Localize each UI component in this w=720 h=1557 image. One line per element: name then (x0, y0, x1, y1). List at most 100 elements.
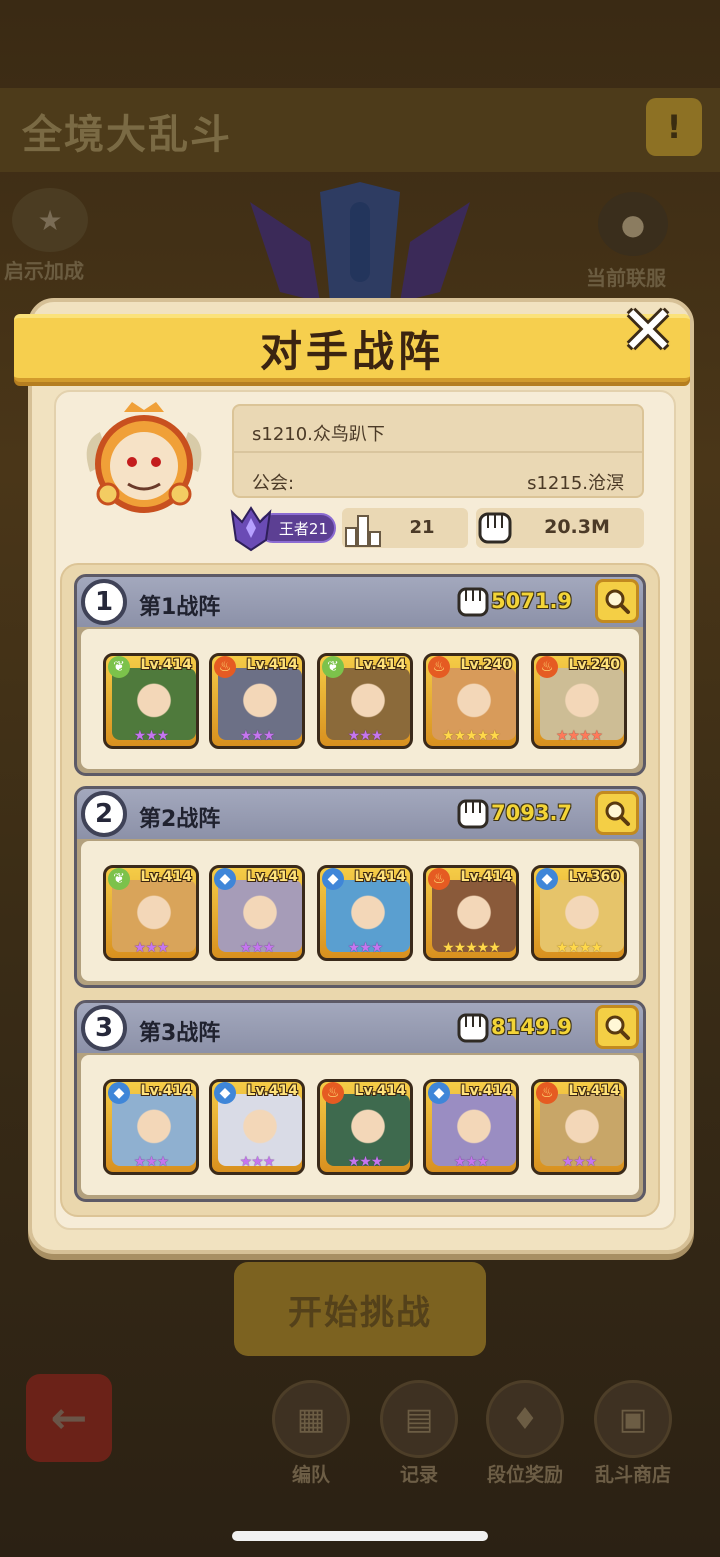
hero-stars: ★★★★★ (442, 728, 501, 744)
lineup-card: 2 第2战阵 7093.7 ❦ Lv.414 ★★★ ◆ Lv.414 ★★★ ◆ Lv.414 ★★… (74, 786, 646, 988)
player-avatar[interactable] (80, 402, 208, 522)
nav-record-label: 记录 (399, 1464, 438, 1486)
guild-name: s1215.沧溟 (527, 473, 624, 494)
magnifier-icon[interactable] (595, 791, 639, 835)
hero-card[interactable]: ❦ Lv.414 ★★★ (103, 653, 199, 749)
fist-power-icon (478, 512, 512, 544)
mode-title: 全境大乱斗 (22, 112, 232, 158)
water-element-icon: ◆ (214, 1082, 236, 1104)
hero-level: Lv.414 (140, 1083, 192, 1099)
hero-stars: ★★★★ (555, 940, 603, 956)
hero-card[interactable]: ♨ Lv.414 ★★★★★ (423, 865, 519, 961)
hero-stars: ★★★ (133, 940, 170, 956)
hero-card[interactable]: ◆ Lv.414 ★★★ (209, 1079, 305, 1175)
server-group-label: 当前联服 (586, 266, 666, 290)
dialog-title-banner: 对手战阵 (14, 314, 690, 382)
hero-stars: ★★★ (453, 1154, 490, 1170)
hero-stars: ★★★ (239, 728, 276, 744)
hero-card[interactable]: ♨ Lv.240 ★★★★ (531, 653, 627, 749)
fire-element-icon: ♨ (428, 656, 450, 678)
hero-stars: ★★★ (133, 728, 170, 744)
magnifier-icon[interactable] (595, 579, 639, 623)
lineup-power-value: 8149.9 (491, 1015, 573, 1039)
formation-icon: ▦ (272, 1380, 350, 1458)
hero-card[interactable]: ◆ Lv.360 ★★★★ (531, 865, 627, 961)
lineup-header: 3 第3战阵 8149.9 (77, 1003, 643, 1053)
podium-icon (345, 515, 381, 547)
lineup-card: 1 第1战阵 5071.9 ❦ Lv.414 ★★★ ♨ Lv.414 ★★★ ❦ Lv.414 ★★… (74, 574, 646, 776)
nav-shop[interactable]: ▣ 乱斗商店 (588, 1380, 678, 1487)
fire-element-icon: ♨ (536, 656, 558, 678)
hero-level: Lv.414 (354, 869, 406, 885)
nav-formation-label: 编队 (291, 1464, 330, 1486)
lineup-title: 第1战阵 (139, 595, 221, 620)
back-arrow-icon[interactable]: ← (26, 1374, 112, 1462)
hero-card[interactable]: ❦ Lv.414 ★★★ (103, 865, 199, 961)
total-power-value: 20.3M (544, 516, 610, 538)
divider (234, 451, 642, 453)
hero-level: Lv.414 (354, 657, 406, 673)
hero-level: Lv.414 (246, 1083, 298, 1099)
revelation-bonus-label: 启示加成 (4, 259, 84, 283)
ladder-rank-value: 21 (409, 517, 435, 538)
info-button[interactable]: ! (646, 98, 702, 156)
magnifier-icon[interactable] (595, 1005, 639, 1049)
shop-icon: ▣ (594, 1380, 672, 1458)
hero-level: Lv.414 (568, 1083, 620, 1099)
hero-card[interactable]: ◆ Lv.414 ★★★ (317, 865, 413, 961)
water-element-icon: ◆ (536, 868, 558, 890)
nav-rank-reward-label: 段位奖励 (486, 1464, 563, 1486)
leaf-element-icon: ❦ (108, 868, 130, 890)
water-element-icon: ◆ (322, 868, 344, 890)
guild-label: 公会: (252, 473, 295, 494)
hero-card[interactable]: ◆ Lv.414 ★★★ (423, 1079, 519, 1175)
lineup-card: 3 第3战阵 8149.9 ◆ Lv.414 ★★★ ◆ Lv.414 ★★★ ♨ Lv.414 ★★… (74, 1000, 646, 1202)
lineup-header: 1 第1战阵 5071.9 (77, 577, 643, 627)
hero-stars: ★★★ (133, 1154, 170, 1170)
hero-card[interactable]: ◆ Lv.414 ★★★ (209, 865, 305, 961)
lineup-header: 2 第2战阵 7093.7 (77, 789, 643, 839)
hero-stars: ★★★ (239, 1154, 276, 1170)
nav-formation[interactable]: ▦ 编队 (266, 1380, 356, 1487)
hero-card[interactable]: ♨ Lv.414 ★★★ (317, 1079, 413, 1175)
lineup-power-value: 5071.9 (491, 589, 573, 613)
hero-level: Lv.414 (246, 869, 298, 885)
hero-card[interactable]: ♨ Lv.240 ★★★★★ (423, 653, 519, 749)
king-rank-icon (230, 506, 272, 552)
hero-card[interactable]: ♨ Lv.414 ★★★ (209, 653, 305, 749)
hero-card[interactable]: ❦ Lv.414 ★★★ (317, 653, 413, 749)
home-indicator[interactable] (232, 1531, 488, 1541)
hero-level: Lv.414 (140, 869, 192, 885)
hero-level: Lv.240 (460, 657, 512, 673)
player-info-box: s1210.众鸟趴下 公会: s1215.沧溟 (232, 404, 644, 498)
hero-level: Lv.414 (460, 869, 512, 885)
leaf-element-icon: ❦ (108, 656, 130, 678)
fist-power-icon (457, 799, 489, 829)
hero-card[interactable]: ◆ Lv.414 ★★★ (103, 1079, 199, 1175)
lineup-number-badge: 1 (81, 579, 127, 625)
close-icon[interactable]: ✕ (618, 298, 678, 364)
server-group-icon[interactable]: ● (598, 192, 668, 256)
start-challenge-button[interactable]: 开始挑战 (234, 1262, 486, 1356)
fire-element-icon: ♨ (322, 1082, 344, 1104)
hero-stars: ★★★ (561, 1154, 598, 1170)
lineup-number-badge: 3 (81, 1005, 127, 1051)
hero-stars: ★★★ (239, 940, 276, 956)
fist-power-icon (457, 587, 489, 617)
water-element-icon: ◆ (214, 868, 236, 890)
fire-element-icon: ♨ (428, 868, 450, 890)
player-name: s1210.众鸟趴下 (252, 424, 385, 445)
hero-stars: ★★★★★ (442, 940, 501, 956)
hero-level: Lv.414 (460, 1083, 512, 1099)
hero-row: ◆ Lv.414 ★★★ ◆ Lv.414 ★★★ ♨ Lv.414 ★★★ ◆ Lv.414 ★★★… (81, 1055, 639, 1195)
hero-level: Lv.360 (568, 869, 620, 885)
leaf-element-icon: ❦ (322, 656, 344, 678)
lineup-title: 第2战阵 (139, 807, 221, 832)
hero-card[interactable]: ♨ Lv.414 ★★★ (531, 1079, 627, 1175)
lineup-number-badge: 2 (81, 791, 127, 837)
nav-rank-reward[interactable]: ♦ 段位奖励 (480, 1380, 570, 1487)
lineup-power-value: 7093.7 (491, 801, 573, 825)
hero-row: ❦ Lv.414 ★★★ ♨ Lv.414 ★★★ ❦ Lv.414 ★★★ ♨ Lv.240 ★★★… (81, 629, 639, 769)
revelation-bonus-icon[interactable]: ★ (12, 188, 88, 252)
nav-record[interactable]: ▤ 记录 (374, 1380, 464, 1487)
